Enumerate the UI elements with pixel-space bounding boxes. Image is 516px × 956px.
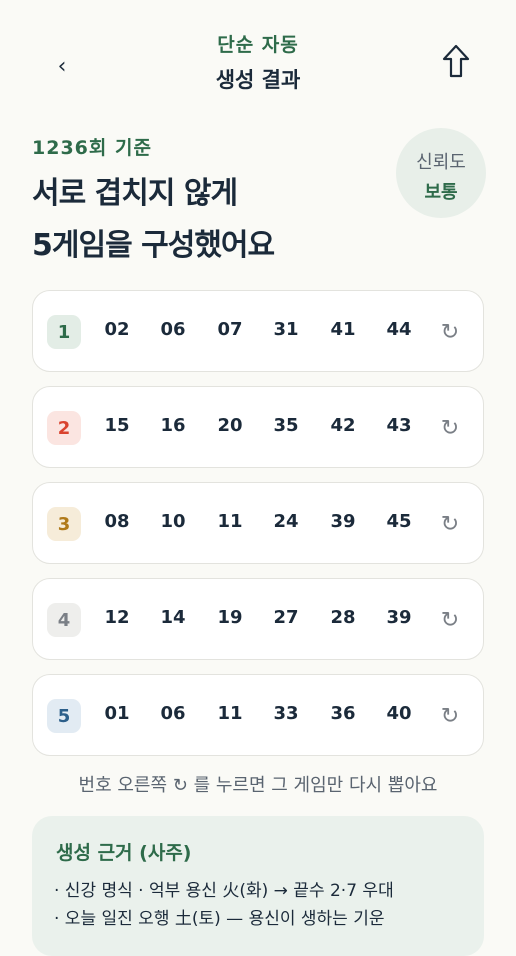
lotto-number: 12	[104, 607, 130, 628]
lotto-number: 24	[273, 511, 299, 532]
reroll-button[interactable]: ↻	[433, 315, 467, 349]
basis-card: 생성 근거 (사주) · 신강 명식 · 억부 용신 火(화) → 끝수 2·7…	[32, 816, 484, 956]
lotto-number: 36	[330, 703, 356, 724]
lotto-number: 40	[386, 703, 412, 724]
game-index-badge: 5	[47, 699, 81, 733]
lotto-number: 27	[273, 607, 299, 628]
lotto-number: 11	[217, 511, 243, 532]
mode-label: 단순 자동	[217, 34, 299, 56]
confidence-value: 보통	[424, 182, 458, 203]
reroll-button[interactable]: ↻	[433, 411, 467, 445]
headline-line-1: 서로 겹치지 않게	[32, 176, 238, 211]
refresh-icon: ↻	[440, 703, 460, 729]
lotto-number: 11	[217, 703, 243, 724]
game-index-badge: 3	[47, 507, 81, 541]
share-button[interactable]	[440, 42, 472, 82]
page-title: 생성 결과	[215, 68, 301, 92]
result-headline: 서로 겹치지 않게 5게임을 구성했어요	[32, 168, 275, 272]
reroll-button[interactable]: ↻	[433, 603, 467, 637]
game-row: 1 02 06 07 31 41 44 ↻	[32, 290, 484, 372]
lotto-number: 16	[160, 415, 186, 436]
confidence-badge: 신뢰도 보통	[396, 128, 486, 218]
app-header: ‹ 단순 자동 생성 결과	[0, 0, 516, 110]
lotto-number: 43	[386, 415, 412, 436]
basis-line-1: · 신강 명식 · 억부 용신 火(화) → 끝수 2·7 우대	[54, 881, 394, 901]
game-index-badge: 2	[47, 411, 81, 445]
lotto-number: 02	[104, 319, 130, 340]
game-index-badge: 1	[47, 315, 81, 349]
refresh-icon: ↻	[440, 415, 460, 441]
lotto-number: 06	[160, 319, 186, 340]
lotto-number: 39	[330, 511, 356, 532]
lotto-number: 28	[330, 607, 356, 628]
lotto-number: 39	[386, 607, 412, 628]
lotto-number: 01	[104, 703, 130, 724]
confidence-label: 신뢰도	[416, 152, 466, 173]
lotto-number: 41	[330, 319, 356, 340]
refresh-icon: ↻	[440, 511, 460, 537]
lotto-number: 15	[104, 415, 130, 436]
refresh-icon: ↻	[440, 607, 460, 633]
game-row: 2 15 16 20 35 42 43 ↻	[32, 386, 484, 468]
basis-title: 생성 근거 (사주)	[56, 842, 192, 864]
lotto-number: 08	[104, 511, 130, 532]
lotto-number: 45	[386, 511, 412, 532]
reroll-button[interactable]: ↻	[433, 699, 467, 733]
lotto-number: 06	[160, 703, 186, 724]
refresh-icon: ↻	[440, 319, 460, 345]
lotto-number: 14	[160, 607, 186, 628]
share-up-arrow-icon	[442, 44, 470, 78]
round-label: 1236회 기준	[32, 137, 152, 159]
lotto-number: 19	[217, 607, 243, 628]
reroll-hint: 번호 오른쪽 ↻ 를 누르면 그 게임만 다시 뽑아요	[78, 775, 438, 796]
game-row: 3 08 10 11 24 39 45 ↻	[32, 482, 484, 564]
headline-line-2: 5게임을 구성했어요	[32, 228, 275, 263]
basis-line-2: · 오늘 일진 오행 土(토) — 용신이 생하는 기운	[54, 909, 385, 929]
lotto-number: 20	[217, 415, 243, 436]
game-index-badge: 4	[47, 603, 81, 637]
lotto-number: 33	[273, 703, 299, 724]
lotto-number: 10	[160, 511, 186, 532]
lotto-number: 35	[273, 415, 299, 436]
lotto-number: 42	[330, 415, 356, 436]
lotto-number: 44	[386, 319, 412, 340]
game-row: 5 01 06 11 33 36 40 ↻	[32, 674, 484, 756]
game-row: 4 12 14 19 27 28 39 ↻	[32, 578, 484, 660]
lotto-number: 07	[217, 319, 243, 340]
reroll-button[interactable]: ↻	[433, 507, 467, 541]
lotto-number: 31	[273, 319, 299, 340]
